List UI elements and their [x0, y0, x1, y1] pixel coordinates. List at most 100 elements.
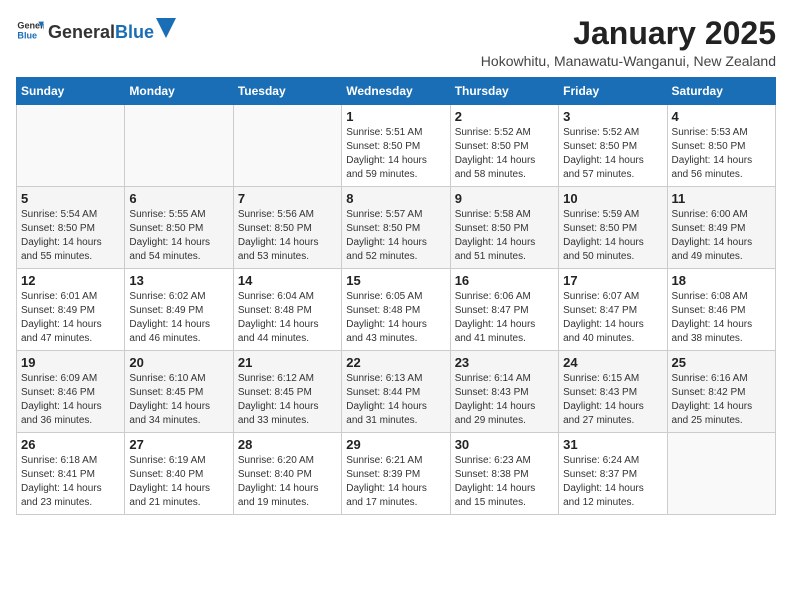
day-number: 12: [21, 273, 120, 288]
day-number: 11: [672, 191, 771, 206]
calendar-cell: 29 Sunrise: 6:21 AMSunset: 8:39 PMDayligh…: [342, 433, 450, 515]
day-number: 13: [129, 273, 228, 288]
calendar-cell: 17Sunrise: 6:07 AMSunset: 8:47 PMDayligh…: [559, 269, 667, 351]
calendar-week-row: 26 Sunrise: 6:18 AMSunset: 8:41 PMDayligh…: [17, 433, 776, 515]
day-number: 22: [346, 355, 445, 370]
day-info: Sunrise: 6:04 AMSunset: 8:48 PMDaylight:…: [238, 290, 337, 346]
calendar-cell: 4 Sunrise: 5:53 AMSunset: 8:50 PMDaylight…: [667, 105, 775, 187]
calendar-week-row: 1Sunrise: 5:51 AMSunset: 8:50 PMDaylight…: [17, 105, 776, 187]
calendar-cell: 31Sunrise: 6:24 AMSunset: 8:37 PMDayligh…: [559, 433, 667, 515]
calendar-cell: [233, 105, 341, 187]
day-number: 16: [455, 273, 554, 288]
day-info: Sunrise: 6:00 AMSunset: 8:49 PMDaylight:…: [672, 208, 771, 264]
day-info: Sunrise: 6:16 AMSunset: 8:42 PMDaylight:…: [672, 372, 771, 428]
day-number: 15: [346, 273, 445, 288]
page-header: General Blue General Blue January 2025 H…: [16, 16, 776, 69]
day-number: 29: [346, 437, 445, 452]
calendar-cell: 27 Sunrise: 6:19 AMSunset: 8:40 PMDayligh…: [125, 433, 233, 515]
calendar-cell: 15Sunrise: 6:05 AMSunset: 8:48 PMDayligh…: [342, 269, 450, 351]
calendar-cell: [17, 105, 125, 187]
weekday-header-tuesday: Tuesday: [233, 78, 341, 105]
day-number: 24: [563, 355, 662, 370]
weekday-header-saturday: Saturday: [667, 78, 775, 105]
day-number: 26: [21, 437, 120, 452]
day-number: 18: [672, 273, 771, 288]
day-info: Sunrise: 6:09 AMSunset: 8:46 PMDaylight:…: [21, 372, 120, 428]
day-info: Sunrise: 6:21 AMSunset: 8:39 PMDaylight:…: [346, 454, 445, 510]
title-section: January 2025 Hokowhitu, Manawatu-Wanganu…: [481, 16, 776, 69]
location-subtitle: Hokowhitu, Manawatu-Wanganui, New Zealan…: [481, 53, 776, 69]
day-info: Sunrise: 6:10 AMSunset: 8:45 PMDaylight:…: [129, 372, 228, 428]
day-info: Sunrise: 5:53 AMSunset: 8:50 PMDaylight:…: [672, 126, 771, 182]
calendar-cell: 8Sunrise: 5:57 AMSunset: 8:50 PMDaylight…: [342, 187, 450, 269]
calendar-cell: 5 Sunrise: 5:54 AMSunset: 8:50 PMDaylight…: [17, 187, 125, 269]
day-info: Sunrise: 5:54 AMSunset: 8:50 PMDaylight:…: [21, 208, 120, 264]
calendar-cell: 28 Sunrise: 6:20 AMSunset: 8:40 PMDayligh…: [233, 433, 341, 515]
day-number: 21: [238, 355, 337, 370]
day-info: Sunrise: 6:14 AMSunset: 8:43 PMDaylight:…: [455, 372, 554, 428]
day-number: 2: [455, 109, 554, 124]
weekday-header-row: SundayMondayTuesdayWednesdayThursdayFrid…: [17, 78, 776, 105]
day-info: Sunrise: 6:19 AMSunset: 8:40 PMDaylight:…: [129, 454, 228, 510]
day-info: Sunrise: 6:06 AMSunset: 8:47 PMDaylight:…: [455, 290, 554, 346]
weekday-header-thursday: Thursday: [450, 78, 558, 105]
day-info: Sunrise: 6:13 AMSunset: 8:44 PMDaylight:…: [346, 372, 445, 428]
calendar-cell: 7Sunrise: 5:56 AMSunset: 8:50 PMDaylight…: [233, 187, 341, 269]
day-number: 6: [129, 191, 228, 206]
calendar-week-row: 19 Sunrise: 6:09 AMSunset: 8:46 PMDayligh…: [17, 351, 776, 433]
day-number: 10: [563, 191, 662, 206]
day-info: Sunrise: 5:59 AMSunset: 8:50 PMDaylight:…: [563, 208, 662, 264]
day-info: Sunrise: 6:15 AMSunset: 8:43 PMDaylight:…: [563, 372, 662, 428]
day-number: 28: [238, 437, 337, 452]
day-number: 20: [129, 355, 228, 370]
svg-text:Blue: Blue: [17, 30, 37, 40]
calendar-cell: 22 Sunrise: 6:13 AMSunset: 8:44 PMDayligh…: [342, 351, 450, 433]
calendar-cell: 19 Sunrise: 6:09 AMSunset: 8:46 PMDayligh…: [17, 351, 125, 433]
logo-icon: General Blue: [16, 16, 44, 44]
day-info: Sunrise: 6:23 AMSunset: 8:38 PMDaylight:…: [455, 454, 554, 510]
calendar-cell: 20 Sunrise: 6:10 AMSunset: 8:45 PMDayligh…: [125, 351, 233, 433]
day-number: 25: [672, 355, 771, 370]
day-info: Sunrise: 5:57 AMSunset: 8:50 PMDaylight:…: [346, 208, 445, 264]
calendar-cell: 12 Sunrise: 6:01 AMSunset: 8:49 PMDayligh…: [17, 269, 125, 351]
logo-triangle-icon: [156, 18, 176, 38]
day-info: Sunrise: 5:51 AMSunset: 8:50 PMDaylight:…: [346, 126, 445, 182]
day-number: 27: [129, 437, 228, 452]
day-info: Sunrise: 6:08 AMSunset: 8:46 PMDaylight:…: [672, 290, 771, 346]
logo-blue-text: Blue: [115, 23, 154, 43]
calendar-cell: [667, 433, 775, 515]
day-info: Sunrise: 6:07 AMSunset: 8:47 PMDaylight:…: [563, 290, 662, 346]
day-number: 5: [21, 191, 120, 206]
day-info: Sunrise: 5:52 AMSunset: 8:50 PMDaylight:…: [563, 126, 662, 182]
calendar-cell: 2 Sunrise: 5:52 AMSunset: 8:50 PMDaylight…: [450, 105, 558, 187]
day-number: 19: [21, 355, 120, 370]
day-info: Sunrise: 5:52 AMSunset: 8:50 PMDaylight:…: [455, 126, 554, 182]
calendar-cell: 16 Sunrise: 6:06 AMSunset: 8:47 PMDayligh…: [450, 269, 558, 351]
calendar-week-row: 5 Sunrise: 5:54 AMSunset: 8:50 PMDaylight…: [17, 187, 776, 269]
day-info: Sunrise: 6:20 AMSunset: 8:40 PMDaylight:…: [238, 454, 337, 510]
calendar-cell: [125, 105, 233, 187]
day-info: Sunrise: 5:58 AMSunset: 8:50 PMDaylight:…: [455, 208, 554, 264]
month-title: January 2025: [481, 16, 776, 51]
day-info: Sunrise: 6:12 AMSunset: 8:45 PMDaylight:…: [238, 372, 337, 428]
day-info: Sunrise: 6:24 AMSunset: 8:37 PMDaylight:…: [563, 454, 662, 510]
calendar-cell: 30 Sunrise: 6:23 AMSunset: 8:38 PMDayligh…: [450, 433, 558, 515]
weekday-header-sunday: Sunday: [17, 78, 125, 105]
calendar-cell: 13 Sunrise: 6:02 AMSunset: 8:49 PMDayligh…: [125, 269, 233, 351]
calendar-cell: 11 Sunrise: 6:00 AMSunset: 8:49 PMDayligh…: [667, 187, 775, 269]
logo: General Blue General Blue: [16, 16, 176, 44]
day-info: Sunrise: 6:18 AMSunset: 8:41 PMDaylight:…: [21, 454, 120, 510]
logo-general-text: General: [48, 23, 115, 43]
calendar-cell: 18 Sunrise: 6:08 AMSunset: 8:46 PMDayligh…: [667, 269, 775, 351]
calendar-cell: 23Sunrise: 6:14 AMSunset: 8:43 PMDayligh…: [450, 351, 558, 433]
day-info: Sunrise: 6:02 AMSunset: 8:49 PMDaylight:…: [129, 290, 228, 346]
day-number: 7: [238, 191, 337, 206]
day-number: 30: [455, 437, 554, 452]
calendar-cell: 3Sunrise: 5:52 AMSunset: 8:50 PMDaylight…: [559, 105, 667, 187]
day-number: 9: [455, 191, 554, 206]
day-info: Sunrise: 6:01 AMSunset: 8:49 PMDaylight:…: [21, 290, 120, 346]
day-number: 4: [672, 109, 771, 124]
calendar-cell: 14Sunrise: 6:04 AMSunset: 8:48 PMDayligh…: [233, 269, 341, 351]
calendar-week-row: 12 Sunrise: 6:01 AMSunset: 8:49 PMDayligh…: [17, 269, 776, 351]
calendar-cell: 26 Sunrise: 6:18 AMSunset: 8:41 PMDayligh…: [17, 433, 125, 515]
